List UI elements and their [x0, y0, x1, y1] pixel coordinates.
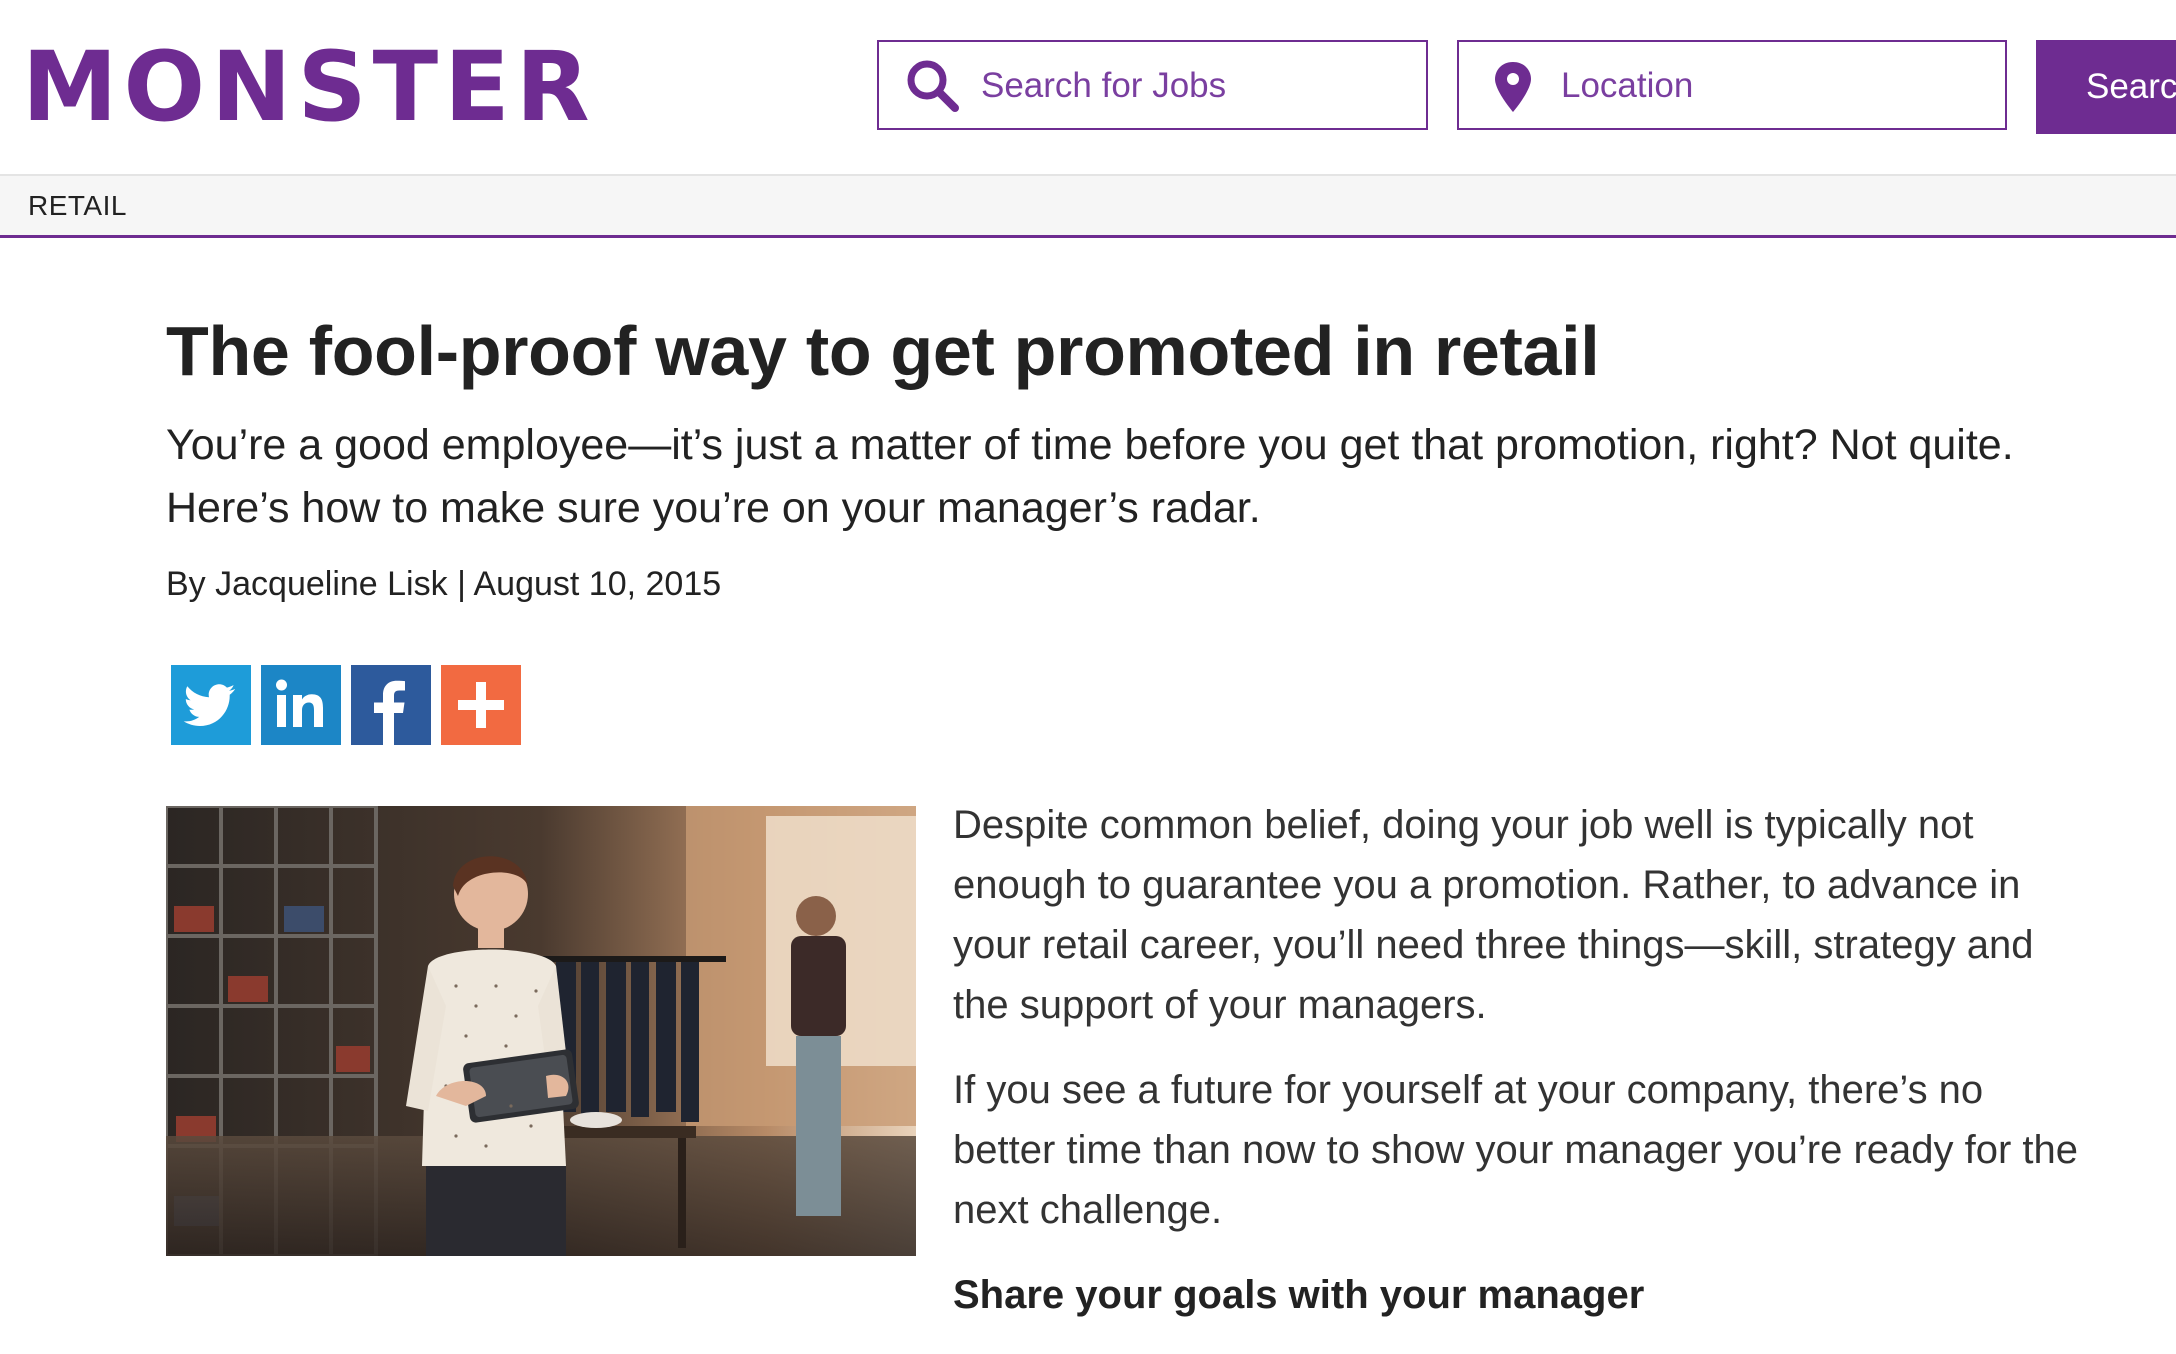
article-paragraph: Despite common belief, doing your job we… [953, 803, 2034, 1027]
retail-store-photo [166, 806, 916, 1256]
byline-prefix: By [166, 565, 206, 603]
article-byline: By Jacqueline Lisk | August 10, 2015 [166, 565, 721, 604]
search-button[interactable]: Search [2036, 40, 2176, 134]
location-input[interactable] [1561, 60, 1981, 112]
category-nav-bar: RETAIL [0, 174, 2176, 238]
facebook-icon [374, 680, 405, 745]
author-link[interactable]: Jacqueline Lisk [215, 565, 447, 603]
map-pin-icon [1483, 56, 1543, 116]
share-linkedin-button[interactable] [261, 665, 341, 745]
monster-logo[interactable]: MONSTER [22, 30, 596, 145]
linkedin-icon [276, 679, 323, 727]
share-more-button[interactable] [441, 665, 521, 745]
article-paragraph: If you see a future for yourself at your… [953, 1068, 2079, 1232]
byline-separator: | [457, 565, 466, 603]
hero-image [166, 806, 916, 1256]
location-search-field[interactable] [1457, 40, 2007, 130]
publish-date: August 10, 2015 [473, 565, 722, 603]
article-subtitle: You’re a good employee—it’s just a matte… [166, 421, 2014, 532]
twitter-icon [183, 684, 235, 726]
article-body: Despite common belief, doing your job we… [953, 795, 2093, 1325]
site-header: MONSTER Search [0, 0, 2176, 174]
nav-category-retail[interactable]: RETAIL [28, 190, 127, 222]
job-search-field[interactable] [877, 40, 1428, 130]
plus-icon [458, 682, 504, 728]
article-title: The fool-proof way to get promoted in re… [166, 312, 1600, 390]
section-heading: Share your goals with your manager [953, 1273, 1645, 1317]
share-twitter-button[interactable] [171, 665, 251, 745]
share-facebook-button[interactable] [351, 665, 431, 745]
job-search-input[interactable] [981, 60, 1401, 112]
search-icon [903, 56, 963, 116]
